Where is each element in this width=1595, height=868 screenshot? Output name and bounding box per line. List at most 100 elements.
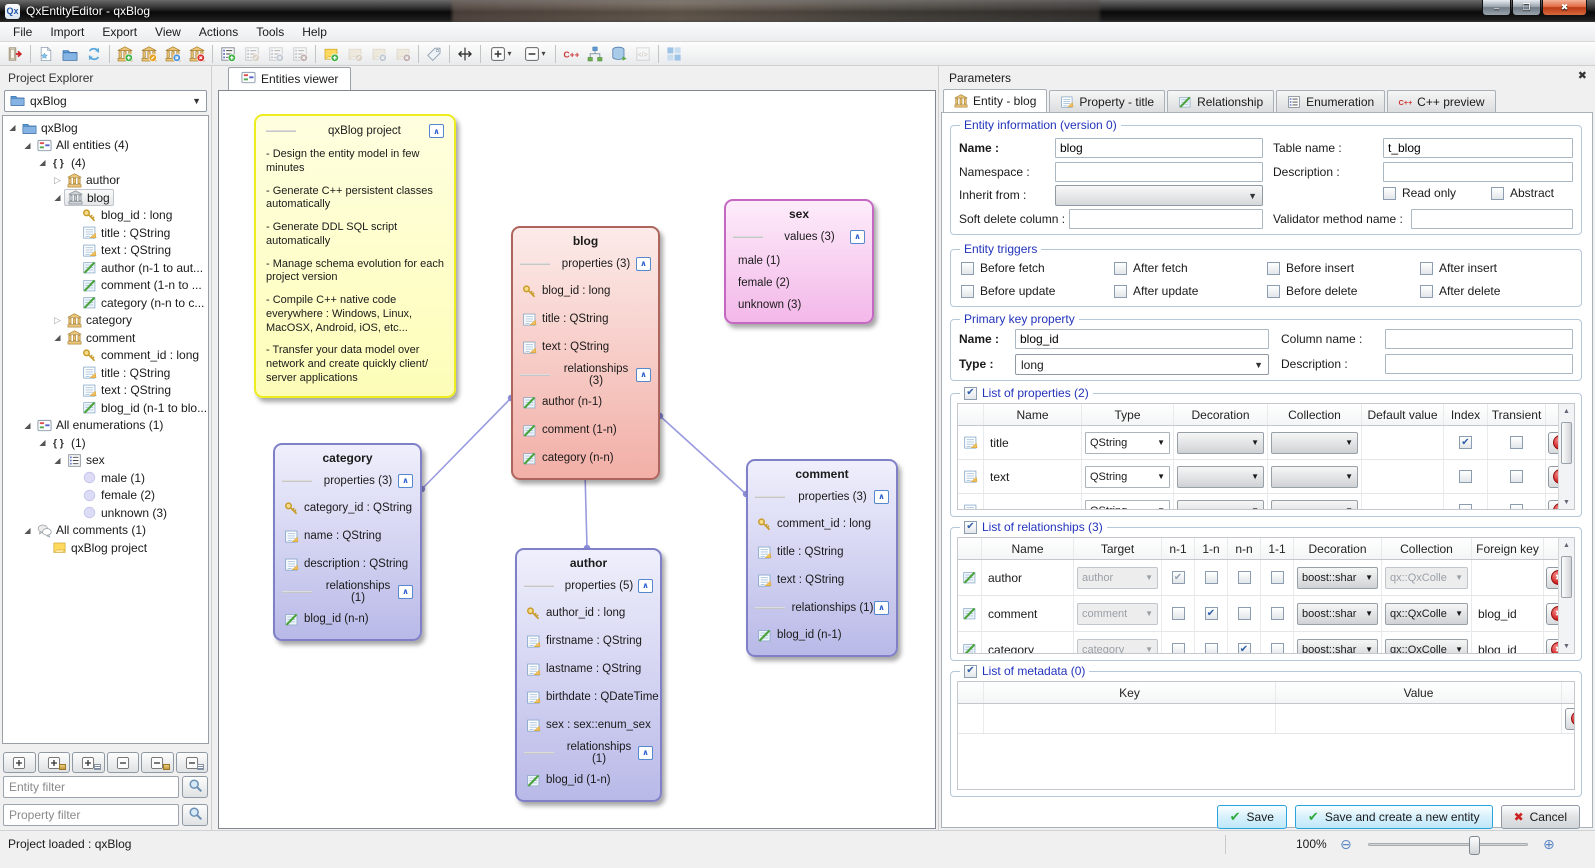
dropdown[interactable]: boost::shar▼ (1297, 603, 1378, 625)
checkbox[interactable] (1114, 285, 1127, 298)
tab-enumeration[interactable]: Enumeration (1276, 90, 1385, 112)
checkbox[interactable] (1510, 436, 1523, 449)
database-export-button[interactable] (607, 43, 631, 64)
checkbox[interactable] (1238, 607, 1251, 620)
zoom-in-icon[interactable]: ⊕ (1543, 836, 1555, 853)
dropdown[interactable]: qx::QxColle▼ (1385, 639, 1468, 654)
entity-box-blog[interactable]: blog properties (3) ∧blog_id : longtitle… (511, 226, 660, 480)
pk-description-input[interactable] (1385, 354, 1573, 374)
collapse-note-button[interactable]: ∧ (429, 124, 444, 138)
expanded-arrow-icon[interactable]: ◢ (21, 526, 34, 535)
dropdown[interactable]: boost::shar▼ (1297, 639, 1378, 654)
tree-item-category[interactable]: ▷category (3, 312, 208, 330)
dropdown[interactable]: comment▼ (1077, 603, 1158, 625)
table-scrollbar[interactable]: ▲▼ (1558, 404, 1574, 509)
readonly-checkbox-group[interactable]: Read only (1383, 186, 1456, 200)
copy-enumeration-button[interactable] (264, 43, 288, 64)
open-project-button[interactable] (58, 43, 82, 64)
checkbox[interactable] (1271, 607, 1284, 620)
fit-view-button[interactable] (453, 43, 477, 64)
tree-item-text-qstring[interactable]: text : QString (3, 242, 208, 260)
checkbox[interactable] (961, 262, 974, 275)
expanded-arrow-icon[interactable]: ◢ (51, 193, 64, 202)
entity-filter-input[interactable] (3, 776, 179, 798)
menu-item-import[interactable]: Import (41, 23, 93, 41)
table-row[interactable]: titleQString▼▼▼✖ (958, 426, 1574, 460)
collapse-section-button[interactable]: ∧ (636, 368, 651, 382)
tree-item-female-2[interactable]: female (2) (3, 487, 208, 505)
script-export-button[interactable]: </> (631, 43, 655, 64)
project-selector-combo[interactable]: qxBlog ▼ (4, 90, 207, 112)
trigger-after-insert[interactable]: After insert (1420, 261, 1497, 275)
namespace-input[interactable] (1055, 162, 1263, 182)
checkbox[interactable] (1459, 470, 1472, 483)
tree-item-comment-1-n-to[interactable]: comment (1-n to ... (3, 277, 208, 295)
checkbox[interactable] (1238, 643, 1251, 653)
add-entity-button[interactable] (113, 43, 137, 64)
zoom-slider[interactable] (1368, 843, 1528, 846)
checkbox[interactable] (1205, 643, 1218, 653)
trigger-after-delete[interactable]: After delete (1420, 284, 1500, 298)
zoom-out-button[interactable]: ▾ (518, 43, 552, 64)
delete-enumeration-button[interactable] (288, 43, 312, 64)
minimize-button[interactable]: – (1482, 0, 1511, 16)
scroll-down-icon[interactable]: ▼ (1559, 495, 1574, 509)
validator-input[interactable] (1411, 209, 1573, 229)
edit-comment-button[interactable] (343, 43, 367, 64)
table-row[interactable]: QString▼▼▼✖ (958, 494, 1574, 509)
tree-item-4[interactable]: ◢{ }(4) (3, 154, 208, 172)
delete-row-button[interactable]: ✖ (1565, 708, 1574, 730)
collapsed-arrow-icon[interactable]: ▷ (51, 175, 64, 186)
scrollbar-thumb[interactable] (1561, 422, 1572, 464)
collapsed-arrow-icon[interactable]: ▷ (51, 315, 64, 326)
list-of-properties-checkbox[interactable] (964, 387, 977, 400)
title-bar[interactable]: Qx QxEntityEditor - qxBlog –❐✖ (0, 0, 1595, 22)
expanded-arrow-icon[interactable]: ◢ (51, 456, 64, 465)
checkbox[interactable] (1420, 262, 1433, 275)
expand-properties-button[interactable] (72, 752, 105, 773)
tree-item-qxblog-project[interactable]: qxBlog project (3, 539, 208, 557)
edit-enumeration-button[interactable] (240, 43, 264, 64)
dropdown[interactable]: ▼ (1271, 466, 1358, 488)
checkbox[interactable] (1459, 436, 1472, 449)
checkbox[interactable] (1510, 504, 1523, 509)
tree-item-author[interactable]: ▷author (3, 172, 208, 190)
tree-item-unknown-3[interactable]: unknown (3) (3, 504, 208, 522)
entity-box-category[interactable]: category properties (3) ∧category_id : Q… (273, 443, 422, 641)
tree-item-all-enumerations-1[interactable]: ◢All enumerations (1) (3, 417, 208, 435)
checkbox[interactable] (1238, 571, 1251, 584)
checkbox[interactable] (1172, 607, 1185, 620)
checkbox[interactable] (1510, 470, 1523, 483)
tab-entity-blog[interactable]: Entity - blog (943, 89, 1047, 112)
checkbox[interactable] (1172, 571, 1185, 584)
expanded-arrow-icon[interactable]: ◢ (36, 438, 49, 447)
tree-item-all-entities-4[interactable]: ◢All entities (4) (3, 137, 208, 155)
exit-button[interactable] (3, 43, 27, 64)
collapse-properties-button[interactable] (176, 752, 209, 773)
tree-item-title-qstring[interactable]: title : QString (3, 364, 208, 382)
entity-box-sex[interactable]: sex values (3) ∧male (1)female (2)unknow… (724, 199, 874, 324)
tree-item-blog[interactable]: ◢blog (3, 189, 208, 207)
dropdown[interactable]: QString▼ (1085, 466, 1170, 488)
inherit-from-dropdown[interactable]: ▼ (1055, 185, 1263, 206)
checkbox[interactable] (1271, 643, 1284, 653)
close-icon[interactable]: ✖ (1578, 69, 1587, 82)
abstract-checkbox-group[interactable]: Abstract (1491, 186, 1554, 200)
tree-item-comment[interactable]: ◢comment (3, 329, 208, 347)
checkbox[interactable] (1114, 262, 1127, 275)
menu-item-actions[interactable]: Actions (190, 23, 247, 41)
dropdown[interactable]: category▼ (1077, 639, 1158, 654)
entities-diagram-canvas[interactable]: qxBlog project ∧- Design the entity mode… (218, 90, 936, 829)
project-note[interactable]: qxBlog project ∧- Design the entity mode… (254, 114, 456, 398)
menu-item-export[interactable]: Export (93, 23, 146, 41)
tree-item-author-n-1-to-aut[interactable]: author (n-1 to aut... (3, 259, 208, 277)
list-of-metadata-checkbox[interactable] (964, 665, 977, 678)
scroll-down-icon[interactable]: ▼ (1559, 639, 1574, 653)
expanded-arrow-icon[interactable]: ◢ (6, 123, 19, 132)
collapse-section-button[interactable]: ∧ (874, 601, 889, 615)
trigger-before-update[interactable]: Before update (961, 284, 1055, 298)
tab-c-preview[interactable]: C++C++ preview (1387, 90, 1495, 112)
dropdown[interactable]: qx::QxColle▼ (1385, 567, 1468, 589)
entity-name-input[interactable] (1055, 138, 1263, 158)
collapse-section-button[interactable]: ∧ (638, 746, 653, 760)
